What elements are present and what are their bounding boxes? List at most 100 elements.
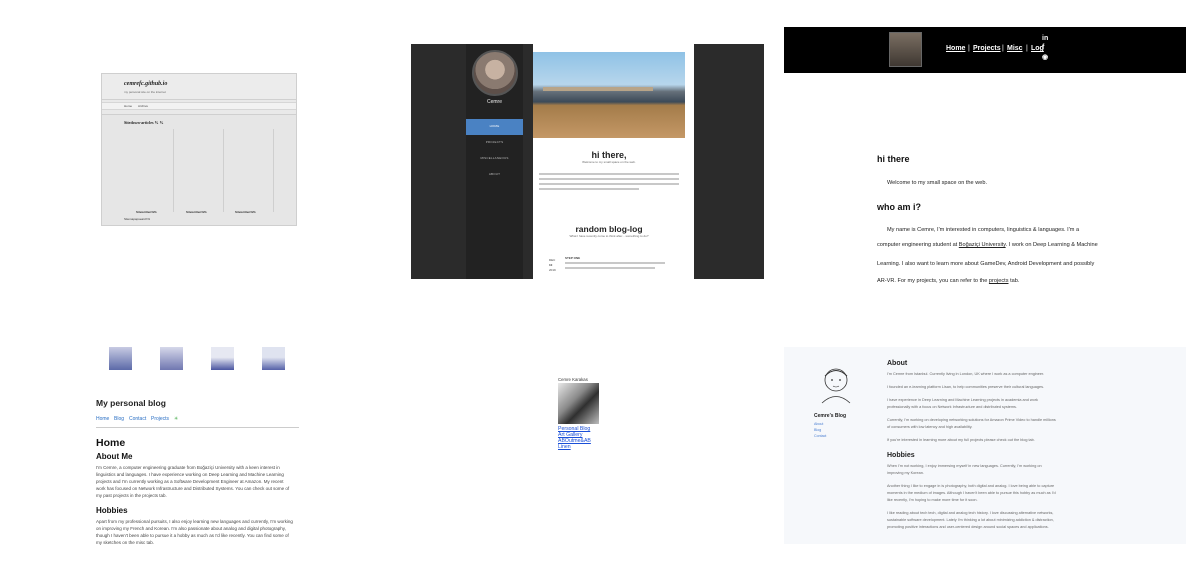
nav-separator: | [968,45,970,52]
articles-title: Sitedown-articles % % [124,120,164,125]
text-line [539,173,679,175]
about-line: linguistics and languages. I have experi… [96,472,284,477]
blog-name[interactable]: Cemre's Blog [814,413,846,419]
bio-line-2: computer engineering student at Boğaziçi… [877,242,1098,248]
blog-title: My personal blog [96,398,166,408]
text-line [539,188,639,190]
hobby-line: I like reading about tech tech, digital … [887,511,1054,515]
screenshot-tile-cemres-blog: Cemre's Blog About Blog Contact About I'… [784,347,1186,544]
blog-subtitle: What I have recently come to think after… [569,234,649,238]
link-lisan[interactable]: Linen [558,444,571,450]
facebook-icon[interactable]: f [1042,44,1044,51]
text-line [565,267,655,269]
who-heading: who am i? [877,202,922,212]
sidebar-item-home[interactable]: HOME [466,124,523,128]
thumbnail-image[interactable] [262,347,285,370]
sidebar-item-projects[interactable]: PROJECTS [466,140,523,144]
about-line: of consumers with low latency and high a… [887,425,973,429]
hobbies-heading: Hobbies [96,506,128,515]
thumbnail-image[interactable] [109,347,132,370]
divider [96,427,299,428]
nav-projects[interactable]: Projects [973,45,1001,52]
nav-home[interactable]: Home [96,416,109,422]
nav-contact[interactable]: Contact [129,416,146,422]
article-column [124,129,174,212]
post-title[interactable]: STEP ONE [565,256,580,260]
about-line: my past projects in the projects tab. [96,493,167,498]
screenshot-tile-black-header: Home | Projects | Misc | Log in f ◉ hi t… [784,27,1186,297]
hobby-line: promoting positive interactions and user… [887,525,1049,529]
nav-misc[interactable]: Misc [1007,45,1023,52]
about-heading: About [887,360,908,367]
about-line: professionally with a focus on Network I… [887,405,1017,409]
github-icon[interactable]: ◉ [1042,53,1048,61]
main-content: hi there, Welcome to my small space on t… [533,44,694,279]
site-header: cemrefc.github.io my personal site on th… [102,74,296,100]
share-icon[interactable]: ✳ [174,416,178,422]
linkedin-icon[interactable]: in [1042,35,1048,42]
about-line: I'm Cemre, a computer engineering gradua… [96,465,280,470]
articles-box: Sitedown-articles % % Sitewritten%% Site… [102,114,296,225]
footer-text: Sitemapapsearch% [124,217,151,221]
avatar-sketch-icon [821,368,851,404]
bio-line-1: My name is Cemre, I'm interested in comp… [887,227,1080,233]
about-line: I have experience in Deep Learning and M… [887,398,1038,402]
bio-line-3: Learning. I also want to learn more abou… [877,261,1095,267]
site-nav: Home Archive [102,102,296,110]
about-heading: About Me [96,452,133,461]
text-line [565,262,665,264]
article-caption[interactable]: Sitewritten%% [136,210,157,214]
about-line: I founded an e-learning platform Lisan, … [887,385,1045,389]
nav-blog[interactable]: Blog [114,416,124,422]
thumbnail-image[interactable] [211,347,234,370]
sidebar-item-about[interactable]: ABOUT [466,172,523,176]
article-caption[interactable]: Sitewritten%% [186,210,207,214]
nav-archive[interactable]: Archive [138,104,148,108]
nav-home[interactable]: Home [124,104,132,108]
site-tagline: my personal site on the internet [124,90,166,94]
home-heading: Home [96,437,126,449]
hi-title: hi there, [591,150,627,160]
nav-home[interactable]: Home [946,45,965,52]
projects-link[interactable]: projects [989,278,1009,284]
blog-title: random blog-log [575,224,643,234]
nav-separator: | [1026,45,1028,52]
about-line: projects and I'm currently working as a … [96,479,284,484]
bio-line-4: AR-VR. For my projects, you can refer to… [877,278,1020,284]
hobbies-heading: Hobbies [887,452,915,459]
sidebar-name: Cemre [486,99,502,105]
side-link-about[interactable]: About [814,422,823,426]
nav-projects[interactable]: Projects [151,416,169,422]
hobby-line: sustainable software development. Lately… [887,518,1054,522]
about-line: If you're interested in learning more ab… [887,438,1035,442]
welcome-text: Welcome to my small space on the web. [887,180,988,186]
hobby-line: When I'm not working, I enjoy immersing … [887,464,1042,468]
screenshot-tile-dark-sidebar: Cemre HOME PROJECTS MISCELLANEOUS ABOUT … [411,44,764,279]
side-link-blog[interactable]: Blog [814,428,821,432]
hobby-line: Apart from my professional pursuits, I a… [96,519,293,524]
thumbnail-image[interactable] [160,347,183,370]
hobby-line: improving my Korean. [887,471,924,475]
side-link-contact[interactable]: Contact [814,434,826,438]
header-photo [533,52,685,138]
hobby-line: Another thing I like to engage in is pho… [887,484,1055,488]
screenshot-tile-old-site: cemrefc.github.io my personal site on th… [101,73,297,226]
hi-heading: hi there [877,154,910,164]
post-date-year: 2019 [549,268,556,272]
about-line: work has focused on Network Infrastructu… [96,486,290,491]
hi-subtitle: Welcome to my small space on the web. [582,160,636,164]
sidebar-item-misc[interactable]: MISCELLANEOUS [466,156,523,160]
article-column [174,129,224,212]
university-link[interactable]: Boğaziçi University [959,242,1006,248]
hobby-line: like recently, I'm hoping to make more t… [887,498,978,502]
screenshot-tile-links-page: Cemre Karakas Personal Blog Art Gallery … [557,377,627,457]
portrait-image [558,383,599,424]
bridge-shape [543,87,653,91]
hobby-line: my sketches on the misc tab. [96,540,155,545]
article-caption[interactable]: Sitewritten%% [235,210,256,214]
post-date-day: 10 [549,263,553,267]
site-title[interactable]: cemrefc.github.io [124,81,167,87]
hobby-line: on improving my French and Korean. I'm a… [96,526,286,531]
avatar [472,50,518,96]
screenshot-tile-personal-blog: My personal blog Home Blog Contact Proje… [96,343,304,553]
